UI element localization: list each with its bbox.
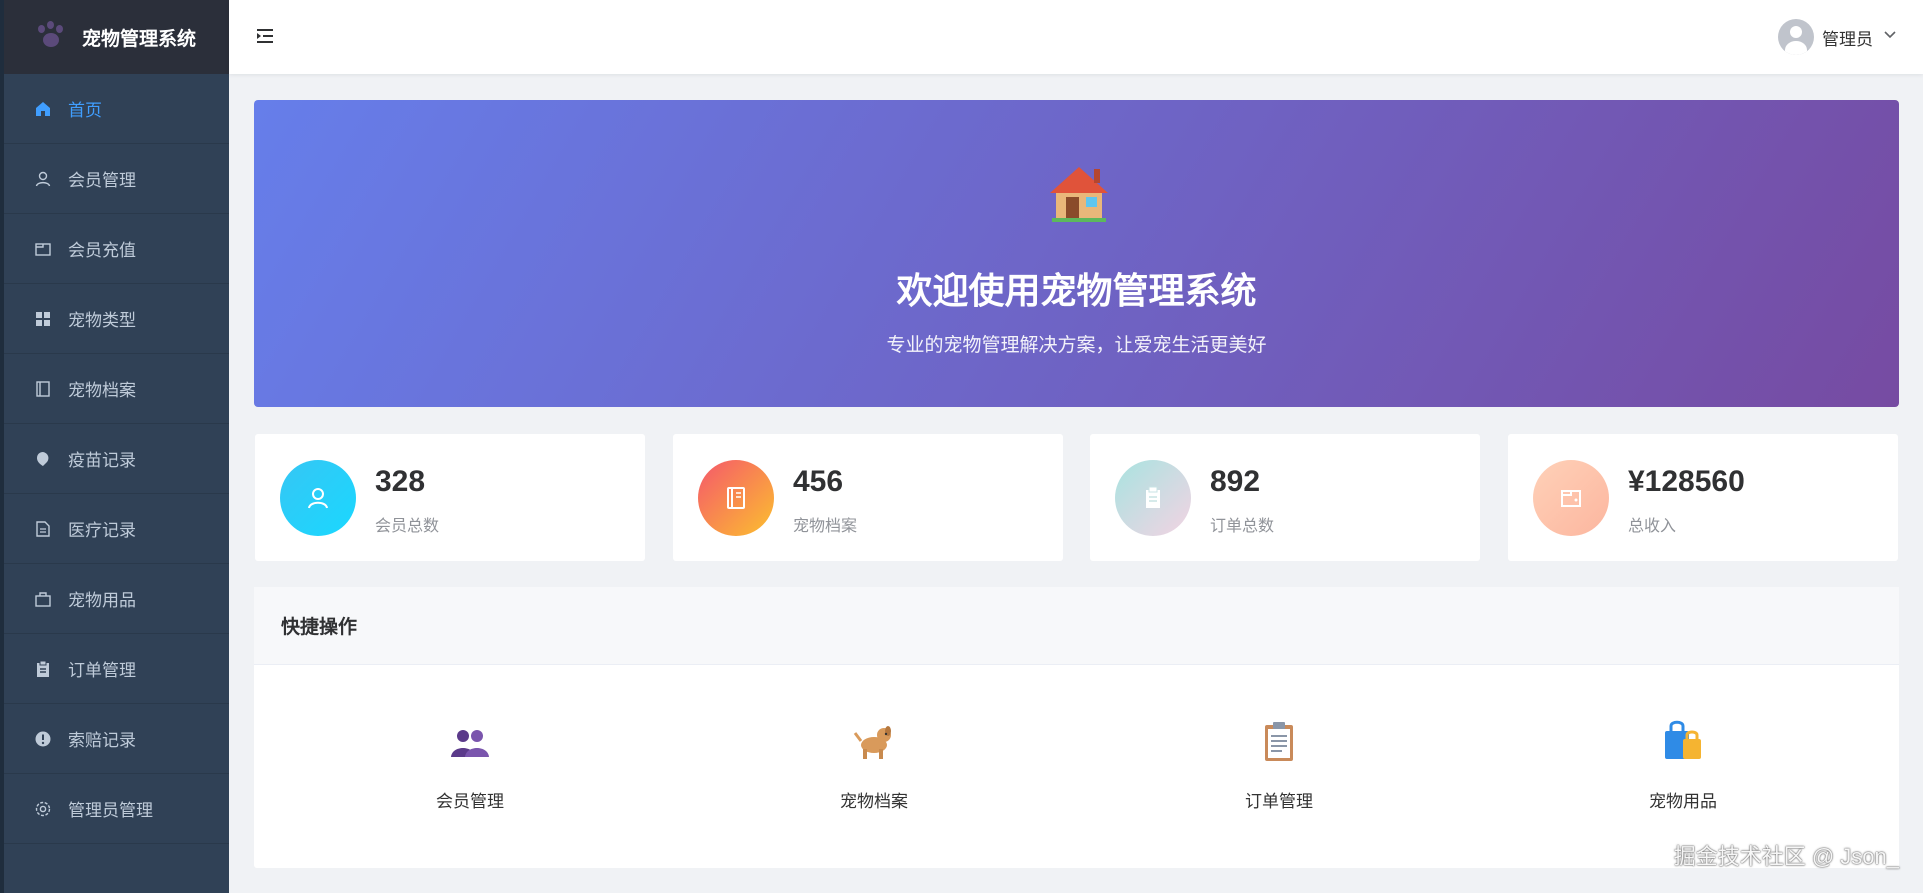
sidebar-item-label: 索赔记录 <box>68 731 136 750</box>
dog-icon <box>850 717 898 765</box>
quick-actions-title: 快捷操作 <box>254 587 1899 665</box>
quick-action-label: 会员管理 <box>436 792 504 811</box>
sidebar-item-orders[interactable]: 订单管理 <box>4 634 229 704</box>
stat-value: ¥128560 <box>1628 465 1745 498</box>
sidebar-item-medical[interactable]: 医疗记录 <box>4 494 229 564</box>
quick-action-orders[interactable]: 订单管理 <box>1179 717 1379 812</box>
clipboard-icon <box>1115 460 1191 536</box>
users-icon <box>446 717 494 765</box>
sidebar-item-pet-types[interactable]: 宠物类型 <box>4 284 229 354</box>
logo-area: 宠物管理系统 <box>4 0 229 74</box>
sidebar-item-claims[interactable]: 索赔记录 <box>4 704 229 774</box>
stat-label: 宠物档案 <box>793 518 858 535</box>
sidebar-item-vaccines[interactable]: 疫苗记录 <box>4 424 229 494</box>
sidebar-item-label: 疫苗记录 <box>68 451 136 470</box>
notebook-icon <box>698 460 774 536</box>
sidebar-item-admins[interactable]: 管理员管理 <box>4 774 229 844</box>
grid-icon <box>34 310 52 328</box>
sidebar-item-members[interactable]: 会员管理 <box>4 144 229 214</box>
sidebar-item-label: 宠物档案 <box>68 381 136 400</box>
sidebar-item-label: 订单管理 <box>68 661 136 680</box>
sidebar-item-pet-archives[interactable]: 宠物档案 <box>4 354 229 424</box>
quick-actions-panel: 快捷操作 会员管理 宠物档案 订单管理 宠物用品 <box>254 587 1899 868</box>
sidebar-item-recharge[interactable]: 会员充值 <box>4 214 229 284</box>
house-icon <box>1048 163 1110 223</box>
collapse-menu-icon[interactable] <box>255 26 275 46</box>
top-header: 管理员 <box>229 0 1923 74</box>
notebook-icon <box>34 380 52 398</box>
stat-value: 456 <box>793 465 844 498</box>
document-icon <box>34 520 52 538</box>
stat-value: 328 <box>375 465 426 498</box>
sidebar-item-supplies[interactable]: 宠物用品 <box>4 564 229 634</box>
user-icon <box>34 170 52 188</box>
stat-label: 会员总数 <box>375 518 440 535</box>
gear-icon <box>34 800 52 818</box>
bag-icon <box>34 590 52 608</box>
stat-card-income: ¥128560 总收入 <box>1508 434 1898 561</box>
chevron-down-icon <box>1883 28 1897 47</box>
user-name: 管理员 <box>1822 29 1873 49</box>
quick-action-label: 宠物档案 <box>840 792 908 811</box>
drop-icon <box>34 450 52 468</box>
sidebar-item-label: 宠物类型 <box>68 311 136 330</box>
stat-card-members: 328 会员总数 <box>255 434 645 561</box>
watermark: 掘金技术社区 @ Json_ <box>1673 844 1899 869</box>
banner-title: 欢迎使用宠物管理系统 <box>896 270 1257 311</box>
sidebar-item-label: 会员管理 <box>68 171 136 190</box>
clipboard-icon <box>1255 717 1303 765</box>
warning-icon <box>34 730 52 748</box>
stat-card-pets: 456 宠物档案 <box>673 434 1063 561</box>
paw-logo-icon <box>36 21 68 53</box>
sidebar-item-label: 医疗记录 <box>68 521 136 540</box>
clipboard-icon <box>34 660 52 678</box>
sidebar-item-home[interactable]: 首页 <box>4 74 229 144</box>
stat-value: 892 <box>1210 465 1261 498</box>
sidebar: 宠物管理系统 首页 会员管理 会员充值 宠物类型 宠物档案 疫苗记录 医疗记录 … <box>0 0 229 893</box>
quick-action-members[interactable]: 会员管理 <box>370 717 570 812</box>
stat-card-orders: 892 订单总数 <box>1090 434 1480 561</box>
wallet-icon <box>1533 460 1609 536</box>
sidebar-item-label: 首页 <box>68 101 102 120</box>
sidebar-item-label: 会员充值 <box>68 241 136 260</box>
quick-action-supplies[interactable]: 宠物用品 <box>1583 717 1783 812</box>
avatar <box>1778 19 1814 55</box>
app-title: 宠物管理系统 <box>82 28 197 50</box>
banner-subtitle: 专业的宠物管理解决方案，让爱宠生活更美好 <box>886 335 1267 356</box>
home-icon <box>34 100 52 118</box>
stat-label: 总收入 <box>1628 518 1677 535</box>
shopping-bags-icon <box>1659 717 1707 765</box>
stat-label: 订单总数 <box>1210 518 1275 535</box>
sidebar-item-label: 管理员管理 <box>68 801 153 820</box>
quick-action-label: 宠物用品 <box>1649 792 1717 811</box>
welcome-banner: 欢迎使用宠物管理系统 专业的宠物管理解决方案，让爱宠生活更美好 <box>254 100 1899 407</box>
user-icon <box>280 460 356 536</box>
wallet-icon <box>34 240 52 258</box>
sidebar-item-label: 宠物用品 <box>68 591 136 610</box>
quick-action-label: 订单管理 <box>1245 792 1313 811</box>
user-menu[interactable]: 管理员 <box>1778 18 1897 56</box>
quick-action-pets[interactable]: 宠物档案 <box>774 717 974 812</box>
